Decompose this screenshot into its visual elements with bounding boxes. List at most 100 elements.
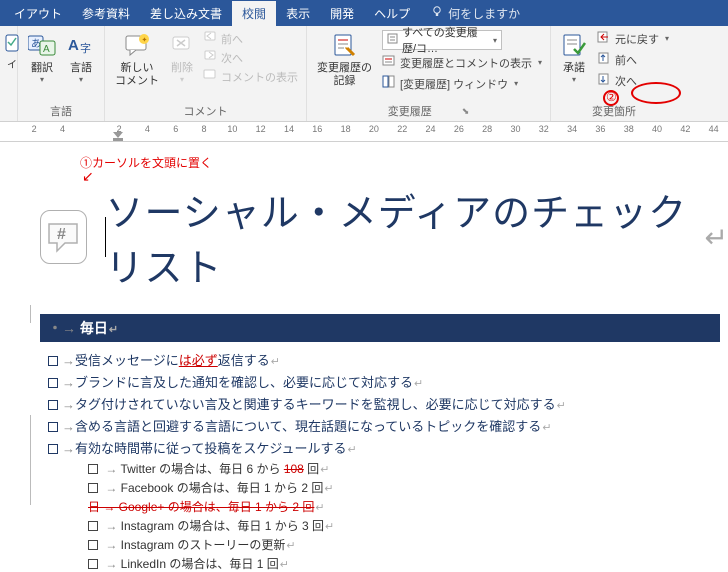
accept-button[interactable]: 承諾 ▾ [555,28,593,89]
arrow-down-icon [597,72,611,89]
tab-mailings[interactable]: 差し込み文書 [140,1,232,26]
sub-list: → Twitter の場合は、毎日 6 から 108 回↵ → Facebook… [88,460,728,572]
ruler-tick: 20 [360,124,388,134]
dropdown-icon: ▾ [40,75,44,85]
ruler-tick: 2 [20,124,48,134]
ruler-tick: 16 [303,124,331,134]
check-icon [5,30,19,58]
checkbox-icon [48,422,58,432]
list-item: →有効な時間帯に従って投稿をスケジュールする↵ [48,438,728,457]
hash-icon: # [40,210,87,264]
ruler-tick: 38 [615,124,643,134]
tab-help[interactable]: ヘルプ [364,1,420,26]
checkbox-icon [88,521,98,531]
checkbox-icon [48,378,58,388]
ruler-tick: 28 [473,124,501,134]
annotation-1-label: ①カーソルを文頭に置く [80,154,212,171]
list-item: → Twitter の場合は、毎日 6 から 108 回↵ [88,460,728,477]
pane-icon [382,75,396,92]
svg-text:字: 字 [80,41,91,55]
ruler-tick: 22 [388,124,416,134]
markup-select-icon [387,33,399,48]
checkbox-icon [48,400,58,410]
document-title: ソーシャル・メディアのチェックリスト [106,182,704,292]
tab-review[interactable]: 校閲 [232,1,276,26]
list-item: →受信メッセージには必ず返信する↵ [48,350,728,369]
tab-references[interactable]: 参考資料 [72,1,140,26]
list-item: → LinkedIn の場合は、毎日 1 回↵ [88,555,728,572]
section-heading: ・→ 毎日↵ [40,314,720,342]
tell-me-box[interactable]: 何をしますか [420,5,520,22]
language-button[interactable]: A字 言語 ▾ [62,28,100,89]
ruler-tick: 8 [190,124,218,134]
list-item: 日 → Google+ の場合は、毎日 1 から 2 回↵ [88,498,728,515]
annotation-oval-next [631,82,681,104]
ruler-tick: 18 [331,124,359,134]
comment-icon [203,68,217,85]
comments-group-label: コメント [109,101,302,121]
arrow-right-icon [203,49,217,66]
chevron-down-icon: ▾ [665,34,669,43]
accessibility-label: イ [7,60,17,72]
show-comments-button[interactable]: コメントの表示 [203,68,298,85]
checkbox-icon [88,540,98,550]
undo-icon [597,30,611,47]
language-icon: A字 [68,32,94,60]
dropdown-icon: ▾ [572,75,576,85]
svg-text:#: # [57,226,66,243]
ruler-tick: 12 [247,124,275,134]
arrow-up-icon [597,51,611,68]
delete-icon [171,32,193,60]
ruler-tick: 34 [558,124,586,134]
list-item: →タグ付けされていない言及と関連するキーワードを監視し、必要に応じて対応する↵ [48,394,728,413]
delete-comment-button[interactable]: 削除 ▾ [165,28,199,89]
tab-layout[interactable]: イアウト [4,1,72,26]
new-comment-button[interactable]: ✦ 新しい コメント [109,28,165,92]
show-markup-button[interactable]: 変更履歴とコメントの表示 ▾ [382,54,542,71]
display-for-review-select[interactable]: すべての変更履歴/コ… ▾ [382,30,502,50]
accept-icon [561,32,587,60]
ruler-tick: 4 [48,124,76,134]
title-row: # ソーシャル・メディアのチェックリスト ↵ [40,182,728,292]
new-comment-icon: ✦ [124,32,150,60]
annotation-arrow-icon: ↙ [82,168,94,185]
tab-bar: イアウト 参考資料 差し込み文書 校閲 表示 開発 ヘルプ 何をしますか [0,0,728,26]
ruler-tick: 40 [643,124,671,134]
annotation-2-label: ② [606,90,617,104]
list-item: →含める言語と回避する言語について、現在話題になっているトピックを確認する↵ [48,416,728,435]
tab-developer[interactable]: 開発 [320,1,364,26]
language-group-label: 言語 [22,101,100,121]
checkbox-icon [48,444,58,454]
translate-button[interactable]: あA 翻訳 ▾ [22,28,62,89]
ruler-tick: 32 [530,124,558,134]
horizontal-ruler[interactable]: 2424681012141618202224262830323436384042… [0,122,728,142]
next-comment-button[interactable]: 次へ [203,49,298,66]
ruler-tick: 42 [671,124,699,134]
changes-prev-button[interactable]: 前へ [597,51,669,68]
ruler-tick: 6 [162,124,190,134]
reject-button[interactable]: 元に戻す ▾ [597,30,669,47]
ruler-tick: 24 [416,124,444,134]
checkbox-icon [48,356,58,366]
svg-text:✦: ✦ [142,36,148,44]
prev-comment-button[interactable]: 前へ [203,30,298,47]
ruler-tick [77,124,105,134]
ruler-tick: 14 [275,124,303,134]
paragraph-mark-icon: ↵ [705,221,728,254]
list-item: →ブランドに言及した通知を確認し、必要に応じて対応する↵ [48,372,728,391]
change-bar [30,305,31,323]
list-item: → Instagram の場合は、毎日 1 から 3 回↵ [88,517,728,534]
tab-view[interactable]: 表示 [276,1,320,26]
chevron-down-icon: ▾ [538,58,542,67]
list-item: → Facebook の場合は、毎日 1 から 2 回↵ [88,479,728,496]
dropdown-icon: ▾ [79,75,83,85]
chevron-down-icon: ▾ [493,36,497,45]
dropdown-icon: ▾ [180,75,184,85]
list-icon [382,54,396,71]
dialog-launcher-icon[interactable]: ⬊ [462,106,470,117]
svg-text:A: A [43,44,50,55]
track-changes-button[interactable]: 変更履歴の 記録 [311,28,378,92]
lightbulb-icon [430,5,444,22]
reviewing-pane-button[interactable]: [変更履歴] ウィンドウ ▾ [382,75,542,92]
ruler-tick: 4 [133,124,161,134]
